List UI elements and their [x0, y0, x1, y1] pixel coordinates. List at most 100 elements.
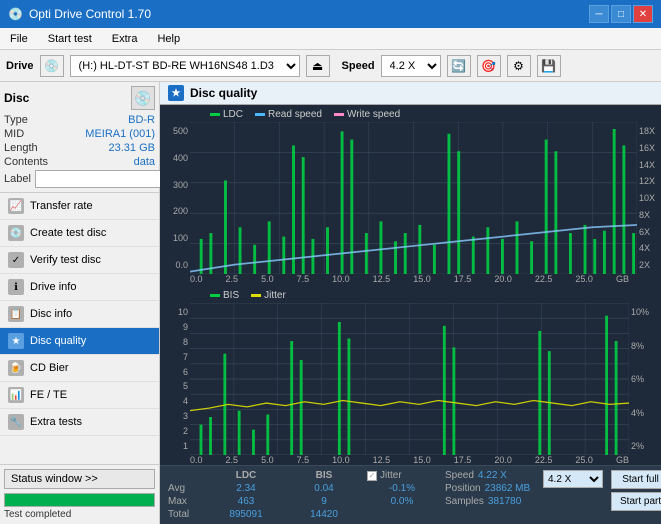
bis-legend-dot [210, 294, 220, 297]
disc-info-icon: 📋 [8, 306, 24, 322]
bis-total: 14420 [289, 509, 359, 520]
stats-labels: Avg Max Total [168, 470, 203, 520]
disc-panel: Disc 💿 Type BD-R MID MEIRA1 (001) Length… [0, 82, 159, 193]
speed-position-stats: Speed 4.22 X Position 23862 MB Samples 3… [445, 470, 535, 507]
menu-extra[interactable]: Extra [106, 32, 144, 46]
disc-section-label: Disc [4, 91, 29, 105]
sidebar-item-create-test-disc[interactable]: 💿 Create test disc [0, 220, 159, 247]
drive-icon-button[interactable]: 💿 [40, 55, 64, 77]
refresh-button[interactable]: 🔄 [447, 55, 471, 77]
write-speed-legend-label: Write speed [347, 109, 400, 120]
samples-stat-label: Samples [445, 496, 484, 507]
sidebar-item-drive-info[interactable]: ℹ Drive info [0, 274, 159, 301]
top-chart-svg [190, 122, 637, 274]
jitter-stats: ✓ Jitter -0.1% 0.0% [367, 470, 437, 520]
nav-label-drive-info: Drive info [30, 281, 76, 293]
sidebar-item-cd-bier[interactable]: 🍺 CD Bier [0, 355, 159, 382]
sidebar-item-disc-quality[interactable]: ★ Disc quality [0, 328, 159, 355]
jitter-total [367, 509, 437, 520]
speed-selector: 4.2 X [543, 470, 603, 488]
jitter-avg: -0.1% [367, 483, 437, 494]
transfer-rate-icon: 📈 [8, 198, 24, 214]
mid-value: MEIRA1 (001) [85, 128, 155, 140]
drive-select[interactable]: (H:) HL-DT-ST BD-RE WH16NS48 1.D3 [70, 55, 300, 77]
jitter-checkbox[interactable]: ✓ [367, 471, 377, 481]
ldc-legend-label: LDC [223, 109, 243, 120]
ldc-stats: LDC 2.34 463 895091 [211, 470, 281, 520]
disc-quality-icon: ★ [8, 333, 24, 349]
bis-avg: 0.04 [289, 483, 359, 494]
nav-label-create-test-disc: Create test disc [30, 227, 106, 239]
contents-value: data [134, 156, 155, 168]
sidebar-item-disc-info[interactable]: 📋 Disc info [0, 301, 159, 328]
type-value: BD-R [128, 114, 155, 126]
close-button[interactable]: ✕ [633, 5, 653, 23]
jitter-header-label: Jitter [380, 470, 402, 481]
status-window-button[interactable]: Status window >> [4, 469, 155, 489]
label-input[interactable] [35, 170, 173, 188]
ldc-total: 895091 [211, 509, 281, 520]
menu-help[interactable]: Help [151, 32, 186, 46]
cd-bier-icon: 🍺 [8, 360, 24, 376]
samples-stat-val: 381780 [488, 496, 521, 507]
max-label: Max [168, 496, 203, 507]
drive-info-icon: ℹ [8, 279, 24, 295]
quality-title: Disc quality [190, 86, 257, 100]
speed-select[interactable]: 4.2 X [381, 55, 441, 77]
progress-bar-fill [5, 494, 154, 506]
main-layout: Disc 💿 Type BD-R MID MEIRA1 (001) Length… [0, 82, 661, 524]
sidebar-item-extra-tests[interactable]: 🔧 Extra tests [0, 409, 159, 436]
top-chart: 500 400 300 200 100 0.0 [160, 122, 661, 274]
bottom-chart-svg [190, 303, 629, 455]
ldc-legend-dot [210, 113, 220, 116]
start-full-button[interactable]: Start full [611, 470, 661, 489]
quality-header-icon: ★ [168, 85, 184, 101]
sidebar-item-fe-te[interactable]: 📊 FE / TE [0, 382, 159, 409]
speed-stat-val: 4.22 X [478, 470, 507, 481]
drive-label: Drive [6, 60, 34, 72]
y-axis-left-bottom: 10 9 8 7 6 5 4 3 2 1 [160, 303, 190, 455]
speed-dropdown[interactable]: 4.2 X [543, 470, 603, 488]
start-buttons: Start full Start part [611, 470, 661, 511]
ldc-max: 463 [211, 496, 281, 507]
action-button2[interactable]: ⚙ [507, 55, 531, 77]
menu-start-test[interactable]: Start test [42, 32, 98, 46]
avg-label: Avg [168, 483, 203, 494]
bis-legend-label: BIS [223, 290, 239, 301]
status-text: Test completed [4, 509, 155, 520]
sidebar-item-verify-test-disc[interactable]: ✓ Verify test disc [0, 247, 159, 274]
top-chart-legend: LDC Read speed Write speed [160, 105, 661, 122]
write-speed-legend-dot [334, 113, 344, 116]
stats-bar: Avg Max Total LDC 2.34 463 895091 BIS 0.… [160, 465, 661, 524]
nav-label-cd-bier: CD Bier [30, 362, 69, 374]
jitter-legend-label: Jitter [264, 290, 286, 301]
y-axis-right-bottom: 10% 8% 6% 4% 2% [629, 303, 661, 455]
start-part-button[interactable]: Start part [611, 492, 661, 511]
progress-bar-container [4, 493, 155, 507]
action-button1[interactable]: 🎯 [477, 55, 501, 77]
label-key: Label [4, 173, 31, 185]
nav-label-disc-quality: Disc quality [30, 335, 86, 347]
bottom-chart-legend: BIS Jitter [160, 284, 661, 303]
total-label: Total [168, 509, 203, 520]
save-button[interactable]: 💾 [537, 55, 561, 77]
nav-items: 📈 Transfer rate 💿 Create test disc ✓ Ver… [0, 193, 159, 464]
app-icon: 💿 [8, 7, 23, 21]
app-title: Opti Drive Control 1.70 [29, 7, 151, 21]
bis-max: 9 [289, 496, 359, 507]
sidebar: Disc 💿 Type BD-R MID MEIRA1 (001) Length… [0, 82, 160, 524]
speed-stat-label: Speed [445, 470, 474, 481]
minimize-button[interactable]: ─ [589, 5, 609, 23]
sidebar-item-transfer-rate[interactable]: 📈 Transfer rate [0, 193, 159, 220]
maximize-button[interactable]: □ [611, 5, 631, 23]
speed-label: Speed [342, 60, 375, 72]
jitter-legend-dot [251, 294, 261, 297]
eject-button[interactable]: ⏏ [306, 55, 330, 77]
fe-te-icon: 📊 [8, 387, 24, 403]
menu-file[interactable]: File [4, 32, 34, 46]
x-axis-top: 0.0 2.5 5.0 7.5 10.0 12.5 15.0 17.5 20.0… [160, 274, 661, 284]
ldc-avg: 2.34 [211, 483, 281, 494]
position-stat-label: Position [445, 483, 481, 494]
y-axis-left-top: 500 400 300 200 100 0.0 [160, 122, 190, 274]
toolbar: Drive 💿 (H:) HL-DT-ST BD-RE WH16NS48 1.D… [0, 50, 661, 82]
